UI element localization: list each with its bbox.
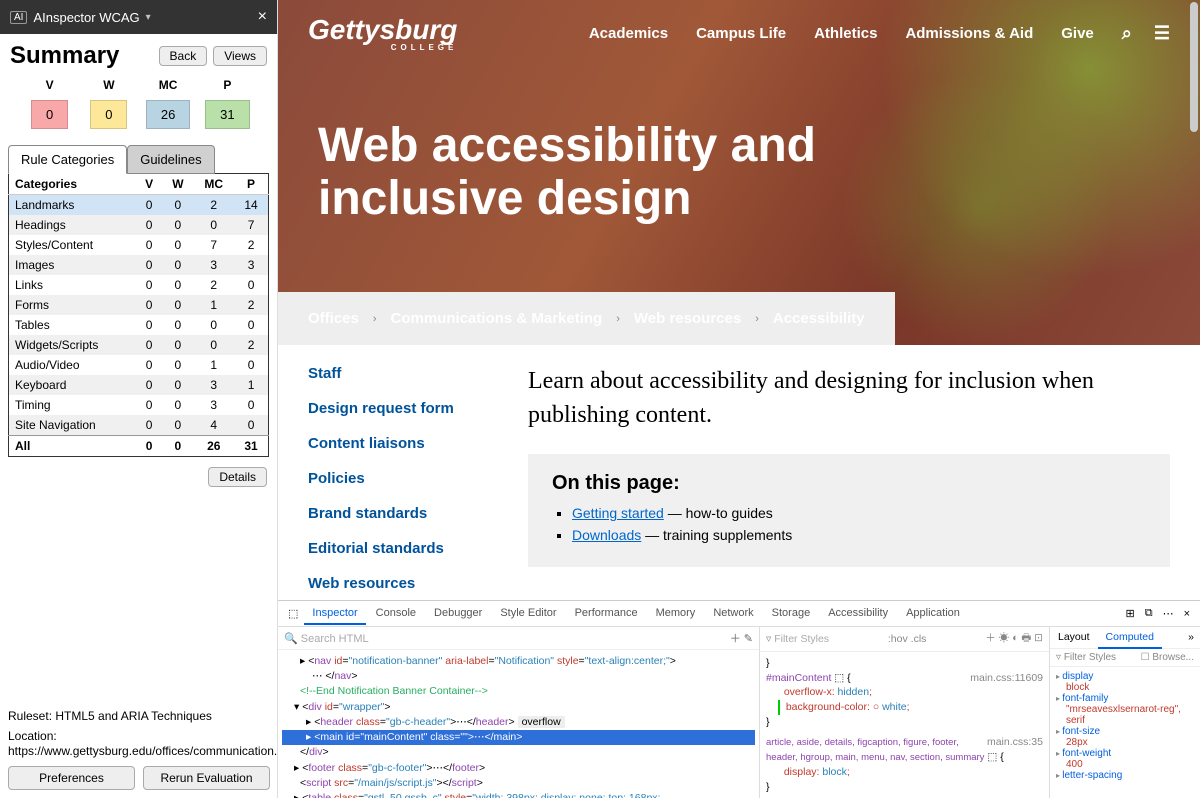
counts-row: 0 0 26 31 xyxy=(0,96,277,141)
devtools-tabs: ⬚ InspectorConsoleDebuggerStyle EditorPe… xyxy=(278,601,1200,627)
breadcrumb-item[interactable]: Offices xyxy=(308,310,359,327)
devtools-tab[interactable]: Storage xyxy=(764,603,819,625)
intro-text: Learn about accessibility and designing … xyxy=(528,365,1170,432)
table-row[interactable]: Landmarks00214 xyxy=(9,195,269,216)
computed-tab[interactable]: Computed xyxy=(1098,627,1162,649)
logo[interactable]: GettysburgCOLLEGE xyxy=(308,14,457,52)
devtools-tab[interactable]: Inspector xyxy=(304,603,365,625)
devtools-icon[interactable]: ⊞ xyxy=(1121,603,1138,624)
sidebar-footer: Ruleset: HTML5 and ARIA Techniques Locat… xyxy=(0,701,278,798)
toc-heading: On this page: xyxy=(552,472,1146,495)
devtools-tab[interactable]: Network xyxy=(705,603,761,625)
table-row[interactable]: Forms0012 xyxy=(9,295,269,315)
back-button[interactable]: Back xyxy=(159,46,208,66)
violations-count: 0 xyxy=(31,100,68,129)
devtools-tab[interactable]: Console xyxy=(368,603,424,625)
passed-count: 31 xyxy=(205,100,249,129)
page-title: Web accessibility and inclusive design xyxy=(318,120,1018,226)
table-row[interactable]: Keyboard0031 xyxy=(9,375,269,395)
sidebar-title[interactable]: AI AInspector WCAG xyxy=(10,10,151,25)
toc-item: Downloads — training supplements xyxy=(572,527,1146,543)
breadcrumb: Offices›Communications & Marketing›Web r… xyxy=(278,292,895,345)
responsive-icon[interactable]: ⬚ xyxy=(284,603,302,624)
devtools: ⬚ InspectorConsoleDebuggerStyle EditorPe… xyxy=(278,600,1200,798)
preferences-button[interactable]: Preferences xyxy=(8,766,135,790)
layout-tab[interactable]: Layout xyxy=(1050,627,1098,648)
rerun-button[interactable]: Rerun Evaluation xyxy=(143,766,270,790)
devtools-icon[interactable]: ⧉ xyxy=(1141,603,1157,624)
table-row[interactable]: Headings0007 xyxy=(9,215,269,235)
manual-checks-count: 26 xyxy=(146,100,190,129)
styles-panel[interactable]: ▿ Filter Styles :hov .cls ＋ ☀ ◐ 🖶 ⊡ } ma… xyxy=(760,627,1050,798)
dom-tree[interactable]: ▸ <nav id="notification-banner" aria-lab… xyxy=(278,650,759,798)
devtools-icon[interactable]: × xyxy=(1180,604,1194,624)
section-nav-link[interactable]: Policies xyxy=(308,470,488,487)
views-button[interactable]: Views xyxy=(213,46,267,66)
breadcrumb-item[interactable]: Accessibility xyxy=(773,310,865,327)
counts-header: VWMCP xyxy=(0,74,277,96)
table-row[interactable]: Tables0000 xyxy=(9,315,269,335)
breadcrumb-item[interactable]: Web resources xyxy=(634,310,741,327)
categories-table: CategoriesVWMCP Landmarks00214Headings00… xyxy=(8,173,269,457)
sidebar-title-text: AInspector WCAG xyxy=(33,10,139,25)
table-row[interactable]: Timing0030 xyxy=(9,395,269,415)
section-nav-link[interactable]: Design request form xyxy=(308,400,488,417)
computed-panel[interactable]: Layout Computed » ▿ Filter Styles ☐ Brow… xyxy=(1050,627,1200,798)
ai-badge-icon: AI xyxy=(10,11,27,24)
section-nav-link[interactable]: Web resources xyxy=(308,575,488,592)
details-button[interactable]: Details xyxy=(208,467,267,487)
devtools-tab[interactable]: Memory xyxy=(648,603,704,625)
devtools-tab[interactable]: Debugger xyxy=(426,603,490,625)
breadcrumb-item[interactable]: Communications & Marketing xyxy=(391,310,603,327)
section-nav: Staff Design request form Content liaisons… xyxy=(308,365,488,592)
section-nav-link[interactable]: Staff xyxy=(308,365,488,382)
devtools-tab[interactable]: Performance xyxy=(567,603,646,625)
table-row[interactable]: Images0033 xyxy=(9,255,269,275)
toc-link[interactable]: Downloads xyxy=(572,527,641,543)
table-row[interactable]: Site Navigation0040 xyxy=(9,415,269,436)
menu-icon[interactable]: ☰ xyxy=(1154,23,1170,44)
dom-panel[interactable]: 🔍 Search HTML ＋ ✎ ▸ <nav id="notificatio… xyxy=(278,627,760,798)
page-content: GettysburgCOLLEGE Academics Campus Life At… xyxy=(278,0,1200,600)
location-text: Location: https://www.gettysburg.edu/off… xyxy=(8,729,270,760)
hero: GettysburgCOLLEGE Academics Campus Life At… xyxy=(278,0,1200,345)
sidebar-header: AI AInspector WCAG × xyxy=(0,0,277,34)
tab-rule-categories[interactable]: Rule Categories xyxy=(8,145,127,174)
devtools-tab[interactable]: Accessibility xyxy=(820,603,896,625)
nav-link[interactable]: Give xyxy=(1061,25,1094,42)
toc-box: On this page: Getting started — how-to g… xyxy=(528,454,1170,567)
table-row[interactable]: Widgets/Scripts0002 xyxy=(9,335,269,355)
section-nav-link[interactable]: Brand standards xyxy=(308,505,488,522)
nav-link[interactable]: Campus Life xyxy=(696,25,786,42)
section-nav-link[interactable]: Editorial standards xyxy=(308,540,488,557)
search-icon[interactable]: ⌕ xyxy=(1122,23,1132,44)
devtools-icon[interactable]: ⋯ xyxy=(1159,603,1178,624)
toc-item: Getting started — how-to guides xyxy=(572,505,1146,521)
toc-link[interactable]: Getting started xyxy=(572,505,664,521)
devtools-tab[interactable]: Style Editor xyxy=(492,603,564,625)
ainspector-sidebar: AI AInspector WCAG × Summary Back Views … xyxy=(0,0,278,798)
warnings-count: 0 xyxy=(90,100,127,129)
table-row[interactable]: Styles/Content0072 xyxy=(9,235,269,255)
tab-guidelines[interactable]: Guidelines xyxy=(127,145,214,174)
search-input[interactable]: Search HTML xyxy=(301,633,369,645)
nav-link[interactable]: Admissions & Aid xyxy=(905,25,1033,42)
ruleset-text: Ruleset: HTML5 and ARIA Techniques xyxy=(8,709,270,725)
nav-link[interactable]: Athletics xyxy=(814,25,877,42)
table-row[interactable]: Links0020 xyxy=(9,275,269,295)
table-row[interactable]: Audio/Video0010 xyxy=(9,355,269,375)
devtools-tab[interactable]: Application xyxy=(898,603,968,625)
section-nav-link[interactable]: Content liaisons xyxy=(308,435,488,452)
site-nav: GettysburgCOLLEGE Academics Campus Life At… xyxy=(278,0,1200,66)
nav-link[interactable]: Academics xyxy=(589,25,668,42)
close-icon[interactable]: × xyxy=(258,8,267,26)
table-row[interactable]: All002631 xyxy=(9,436,269,457)
summary-heading: Summary xyxy=(10,42,119,70)
